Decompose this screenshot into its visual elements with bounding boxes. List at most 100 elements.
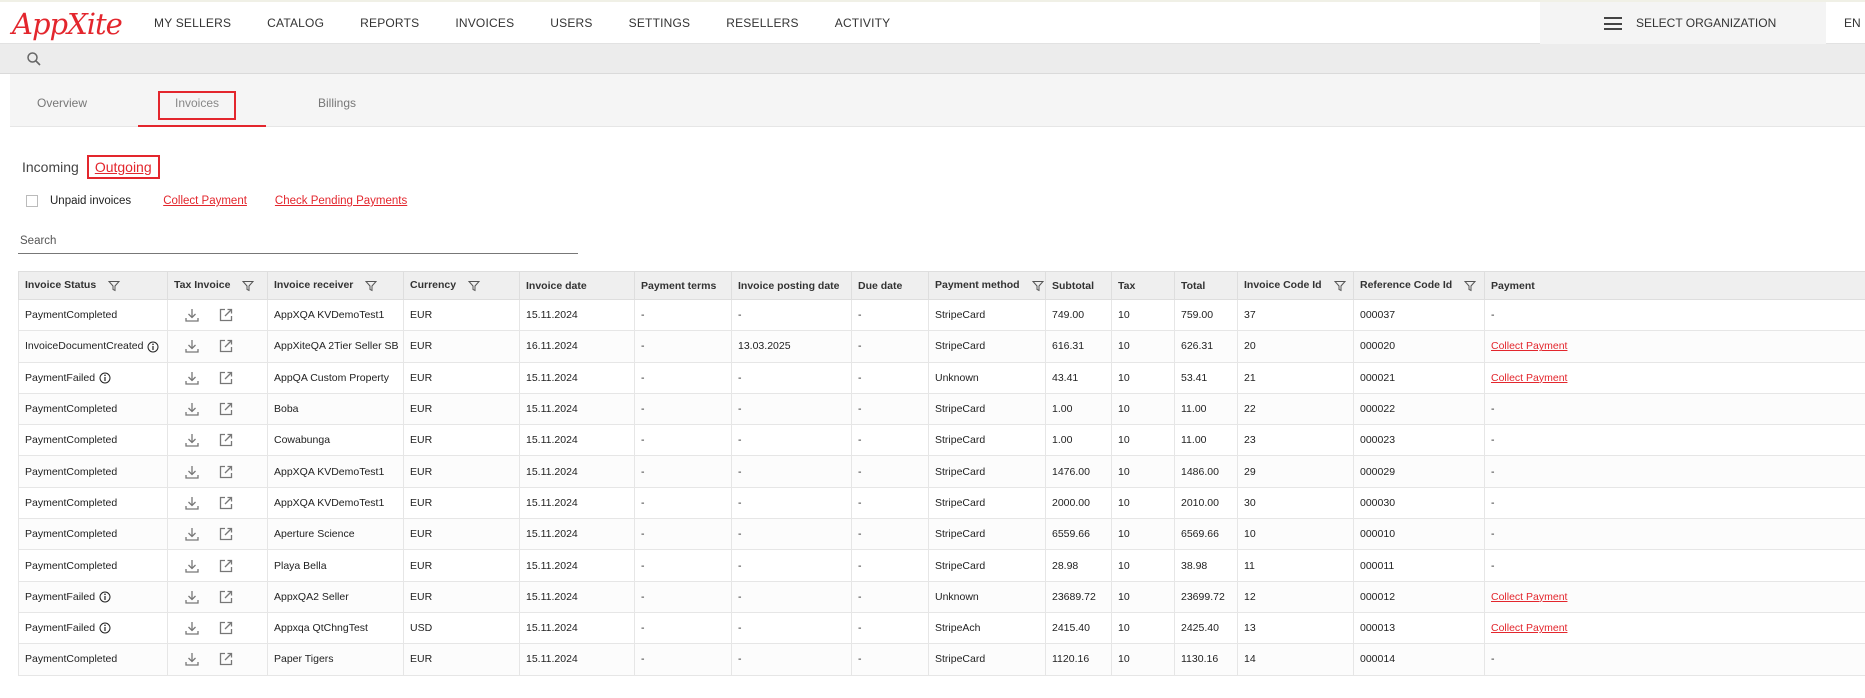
receiver-cell: Appxqa QtChngTest (267, 611, 404, 645)
column-header-invoice-date[interactable]: Invoice date (519, 271, 635, 300)
download-icon[interactable] (184, 526, 200, 542)
column-header-payment[interactable]: Payment (1484, 271, 1865, 300)
download-icon[interactable] (184, 338, 200, 354)
column-header-total[interactable]: Total (1174, 271, 1238, 300)
row-collect-payment-link[interactable]: Collect Payment (1491, 591, 1567, 603)
table-row[interactable]: PaymentCompleted AppXQA KVDemoTest1 EUR 15.… (18, 455, 1865, 488)
tab-invoices[interactable]: Invoices (138, 74, 266, 127)
column-header-invoice-receiver[interactable]: Invoice receiver (267, 271, 404, 300)
tab-overview[interactable]: Overview (10, 74, 114, 127)
column-header-reference-code-id[interactable]: Reference Code Id (1353, 271, 1485, 300)
filter-icon[interactable] (242, 280, 255, 292)
external-link-icon[interactable] (218, 464, 234, 480)
column-header-payment-method[interactable]: Payment method (928, 271, 1046, 300)
table-row[interactable]: PaymentCompleted Playa Bella EUR 15.11.2024… (18, 549, 1865, 582)
subtotal-cell: 6559.66 (1045, 518, 1112, 551)
external-link-icon[interactable] (218, 558, 234, 574)
download-icon[interactable] (184, 495, 200, 511)
table-row[interactable]: PaymentCompleted AppXQA KVDemoTest1 EUR 15.… (18, 298, 1865, 332)
filter-icon[interactable] (108, 280, 121, 292)
nav-item-resellers[interactable]: RESELLERS (718, 2, 807, 44)
column-header-tax[interactable]: Tax (1111, 271, 1175, 300)
table-row[interactable]: PaymentFailed Appxqa QtChngTest USD 15.11.2… (18, 611, 1865, 645)
posting-date-cell: 13.03.2025 (731, 330, 852, 363)
subtab-outgoing[interactable]: Outgoing (86, 155, 160, 179)
table-row[interactable]: PaymentCompleted Boba EUR 15.11.2024- - - Stri… (18, 392, 1865, 426)
language-selector[interactable]: EN (1844, 2, 1861, 44)
external-link-icon[interactable] (218, 651, 234, 667)
nav-item-my-sellers[interactable]: MY SELLERS (146, 2, 239, 44)
table-row[interactable]: PaymentCompleted AppXQA KVDemoTest1 EUR 15.… (18, 486, 1865, 520)
search-icon[interactable] (26, 51, 42, 67)
column-header-invoice-posting-date[interactable]: Invoice posting date (731, 271, 852, 300)
download-icon[interactable] (184, 620, 200, 636)
collect-payment-link[interactable]: Collect Payment (163, 195, 247, 207)
column-header-invoice-code-id[interactable]: Invoice Code Id (1237, 271, 1354, 300)
nav-item-users[interactable]: USERS (542, 2, 600, 44)
appxite-logo[interactable]: AppXite (12, 7, 123, 41)
external-link-icon[interactable] (218, 401, 234, 417)
nav-item-activity[interactable]: ACTIVITY (827, 2, 899, 44)
payment-cell: - (1484, 392, 1865, 426)
table-row[interactable]: InvoiceDocumentCreated AppXiteQA 2Tier Se… (18, 330, 1865, 363)
download-icon[interactable] (184, 651, 200, 667)
invoice-code-cell: 23 (1237, 424, 1354, 457)
external-link-icon[interactable] (218, 432, 234, 448)
filter-icon[interactable] (1464, 280, 1477, 292)
nav-item-invoices[interactable]: INVOICES (447, 2, 522, 44)
external-link-icon[interactable] (218, 370, 234, 386)
filter-icon[interactable] (467, 280, 481, 292)
download-icon[interactable] (184, 464, 200, 480)
nav-item-catalog[interactable]: CATALOG (259, 2, 332, 44)
filter-icon[interactable] (1333, 280, 1346, 292)
table-row[interactable]: PaymentCompleted Cowabunga EUR 15.11.2024- -… (18, 424, 1865, 457)
download-icon[interactable] (184, 307, 200, 323)
download-icon[interactable] (184, 370, 200, 386)
table-row[interactable]: PaymentFailed AppxQA2 Seller EUR 15.11.2024… (18, 580, 1865, 613)
row-collect-payment-link[interactable]: Collect Payment (1491, 340, 1567, 352)
info-icon[interactable] (99, 372, 111, 384)
invoice-filters: Unpaid invoices Collect Payment Check Pe… (26, 191, 435, 211)
column-header-tax-invoice[interactable]: Tax Invoice (167, 271, 268, 300)
reference-code-cell: 000030 (1353, 486, 1485, 520)
table-row[interactable]: PaymentCompleted Aperture Science EUR 15.11… (18, 518, 1865, 551)
download-icon[interactable] (184, 589, 200, 605)
select-organization-button[interactable]: SELECT ORGANIZATION (1540, 2, 1826, 44)
column-header-subtotal[interactable]: Subtotal (1045, 271, 1112, 300)
external-link-icon[interactable] (218, 620, 234, 636)
table-row[interactable]: PaymentCompleted Paper Tigers EUR 15.11.202… (18, 643, 1865, 676)
nav-item-settings[interactable]: SETTINGS (621, 2, 699, 44)
info-icon[interactable] (99, 591, 111, 603)
info-icon[interactable] (147, 341, 159, 353)
invoice-date-cell: 15.11.2024 (519, 298, 635, 332)
external-link-icon[interactable] (218, 589, 234, 605)
column-header-payment-terms[interactable]: Payment terms (634, 271, 732, 300)
column-header-currency[interactable]: Currency (403, 271, 520, 300)
filter-icon[interactable] (1031, 280, 1044, 292)
check-pending-payments-link[interactable]: Check Pending Payments (275, 195, 407, 207)
subtab-incoming[interactable]: Incoming (22, 159, 79, 175)
tax-cell: 10 (1111, 549, 1175, 582)
filter-icon[interactable] (365, 280, 378, 292)
row-collect-payment-link[interactable]: Collect Payment (1491, 372, 1567, 384)
external-link-icon[interactable] (218, 495, 234, 511)
unpaid-invoices-checkbox[interactable] (26, 195, 38, 207)
nav-item-reports[interactable]: REPORTS (352, 2, 427, 44)
external-link-icon[interactable] (218, 307, 234, 323)
external-link-icon[interactable] (218, 338, 234, 354)
invoice-search-input[interactable] (18, 228, 578, 254)
total-cell: 1130.16 (1174, 643, 1238, 676)
tax-invoice-cell (167, 455, 268, 488)
download-icon[interactable] (184, 558, 200, 574)
payment-terms-cell: - (634, 611, 732, 645)
table-row[interactable]: PaymentFailed AppQA Custom Property EUR 15.… (18, 361, 1865, 394)
external-link-icon[interactable] (218, 526, 234, 542)
tab-billings[interactable]: Billings (292, 74, 382, 127)
reference-code-cell: 000012 (1353, 580, 1485, 613)
download-icon[interactable] (184, 432, 200, 448)
column-header-invoice-status[interactable]: Invoice Status (18, 271, 168, 300)
column-header-due-date[interactable]: Due date (851, 271, 929, 300)
download-icon[interactable] (184, 401, 200, 417)
info-icon[interactable] (99, 622, 111, 634)
row-collect-payment-link[interactable]: Collect Payment (1491, 622, 1567, 634)
